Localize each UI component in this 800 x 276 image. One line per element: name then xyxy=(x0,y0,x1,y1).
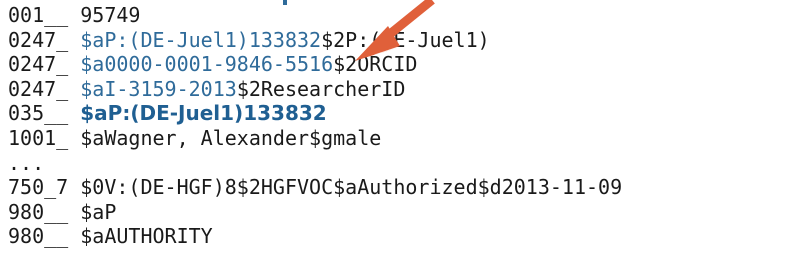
field-highlight-value: $aP:(DE-Juel1)133832 xyxy=(80,101,327,126)
record-line-980-p: 980__ $aP xyxy=(8,200,798,225)
field-value: $2ResearcherID xyxy=(236,76,406,101)
record-line-1001: 1001_ $aWagner, Alexander$gmale xyxy=(8,126,798,151)
field-value: 95749 xyxy=(80,3,141,27)
ellipsis: ... xyxy=(8,150,45,175)
field-value: $0V:(DE-HGF)8$2HGFVOC$aAuthorized$d2013-… xyxy=(80,175,623,200)
field-tag: 0247_ xyxy=(8,27,69,52)
record-line-0247-researcherid: 0247_ $aI-3159-2013$2ResearcherID xyxy=(8,77,798,102)
field-tag: 035__ xyxy=(8,101,69,126)
field-value: $aWagner, Alexander$gmale xyxy=(80,125,382,150)
field-tag: 980__ xyxy=(8,199,69,224)
field-highlight-value: $aI-3159-2013 xyxy=(80,76,237,101)
field-tag: 0247_ xyxy=(8,76,69,101)
field-value: $aAUTHORITY xyxy=(80,224,213,249)
field-tag: 001__ xyxy=(8,3,69,27)
record-line-0247-orcid: 0247_ $a0000-0001-9846-5516$2ORCID xyxy=(8,52,798,77)
field-tag: 1001_ xyxy=(8,125,69,150)
field-value: $2P:(DE-Juel1) xyxy=(321,27,490,52)
field-tag: 980__ xyxy=(8,224,69,249)
record-line-980-authority: 980__ $aAUTHORITY xyxy=(8,224,798,249)
field-value: $aP xyxy=(80,199,117,224)
record-line-750: 750_7 $0V:(DE-HGF)8$2HGFVOC$aAuthorized$… xyxy=(8,175,798,200)
field-tag: 0247_ xyxy=(8,52,69,77)
field-highlight-value: $aP:(DE-Juel1)133832 xyxy=(80,27,322,52)
field-highlight-value: $a0000-0001-9846-5516 xyxy=(80,52,334,77)
marc-record: 001__ 95749 0247_ $aP:(DE-Juel1)133832$2… xyxy=(8,3,798,249)
field-value: $2ORCID xyxy=(333,52,418,77)
record-line-0247-juel: 0247_ $aP:(DE-Juel1)133832$2P:(DE-Juel1) xyxy=(8,28,798,53)
record-line-035: 035__ $aP:(DE-Juel1)133832 xyxy=(8,101,798,126)
record-line-001: 001__ 95749 xyxy=(8,3,798,28)
field-tag: 750_7 xyxy=(8,175,69,200)
record-line-ellipsis: ... xyxy=(8,151,798,176)
